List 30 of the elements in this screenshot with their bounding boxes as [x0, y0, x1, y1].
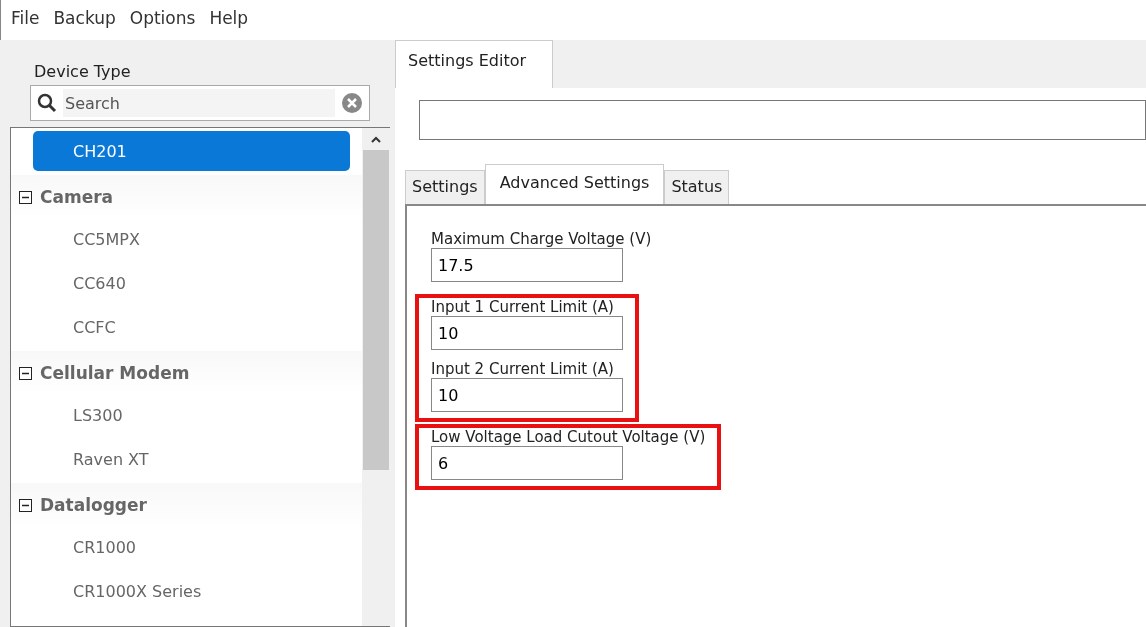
- field-label: Input 2 Current Limit (A): [431, 360, 615, 378]
- tab[interactable]: Status: [664, 170, 730, 204]
- input-field[interactable]: 10: [431, 378, 623, 412]
- group-label: Datalogger: [40, 495, 147, 515]
- collapse-icon[interactable]: [19, 190, 32, 204]
- collapse-icon[interactable]: [19, 366, 32, 380]
- clear-icon[interactable]: [341, 92, 363, 114]
- menu-item[interactable]: File: [11, 8, 40, 40]
- search-icon: [37, 93, 57, 113]
- field-label: Input 1 Current Limit (A): [431, 298, 615, 316]
- collapse-icon[interactable]: [19, 498, 32, 512]
- field-label: Low Voltage Load Cutout Voltage (V): [431, 428, 706, 446]
- panel-title: Device Type: [33, 61, 132, 83]
- menu-item[interactable]: Options: [129, 8, 196, 40]
- group-label: Camera: [40, 187, 114, 207]
- input-field[interactable]: 10: [431, 316, 623, 350]
- tab[interactable]: Settings: [405, 170, 485, 204]
- input-field[interactable]: 17.5: [431, 248, 623, 282]
- menu-item[interactable]: Backup: [53, 8, 116, 40]
- search-field[interactable]: Search: [30, 85, 370, 121]
- tab[interactable]: Advanced Settings: [484, 164, 665, 204]
- scrollbar-thumb[interactable]: [363, 150, 389, 470]
- menu-item[interactable]: Help: [209, 8, 249, 40]
- scrollbar[interactable]: [362, 128, 390, 626]
- input-field[interactable]: 6: [431, 446, 623, 480]
- tab[interactable]: Settings Editor: [395, 40, 554, 88]
- input-field[interactable]: [419, 100, 1146, 140]
- tree-item[interactable]: CH201: [33, 131, 350, 171]
- group-label: Cellular Modem: [40, 363, 190, 383]
- field-label: Maximum Charge Voltage (V): [431, 230, 652, 248]
